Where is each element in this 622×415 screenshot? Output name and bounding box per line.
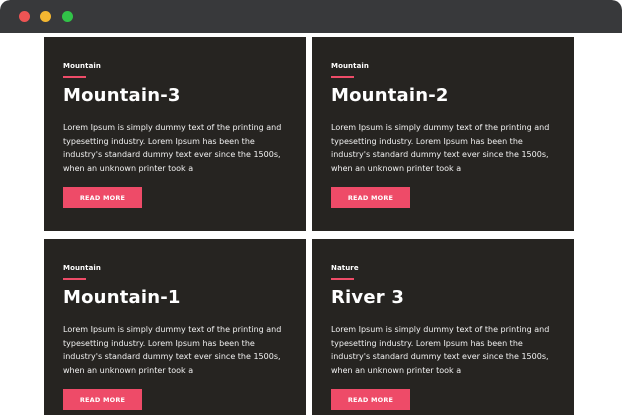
blog-card: Nature River 3 Lorem Ipsum is simply dum… <box>312 239 574 415</box>
card-category[interactable]: Nature <box>331 264 359 272</box>
read-more-button[interactable]: READ MORE <box>331 389 410 410</box>
maximize-window-icon[interactable] <box>62 11 73 22</box>
close-window-icon[interactable] <box>19 11 30 22</box>
card-title[interactable]: River 3 <box>331 287 404 308</box>
window-titlebar <box>0 0 622 33</box>
read-more-button[interactable]: READ MORE <box>331 187 410 208</box>
card-description: Lorem Ipsum is simply dummy text of the … <box>331 123 550 173</box>
card-title[interactable]: Mountain-3 <box>63 85 181 106</box>
card-title[interactable]: Mountain-2 <box>331 85 449 106</box>
category-underline <box>63 76 86 78</box>
card-category[interactable]: Mountain <box>331 62 369 70</box>
card-category[interactable]: Mountain <box>63 62 101 70</box>
card-category[interactable]: Mountain <box>63 264 101 272</box>
card-title[interactable]: Mountain-1 <box>63 287 181 308</box>
category-underline <box>331 278 354 280</box>
read-more-button[interactable]: READ MORE <box>63 187 142 208</box>
minimize-window-icon[interactable] <box>40 11 51 22</box>
card-description: Lorem Ipsum is simply dummy text of the … <box>331 325 550 375</box>
read-more-button[interactable]: READ MORE <box>63 389 142 410</box>
category-underline <box>63 278 86 280</box>
blog-card: Mountain Mountain-1 Lorem Ipsum is simpl… <box>44 239 306 415</box>
card-description: Lorem Ipsum is simply dummy text of the … <box>63 325 282 375</box>
browser-window: Mountain Mountain-3 Lorem Ipsum is simpl… <box>0 0 622 415</box>
blog-card: Mountain Mountain-2 Lorem Ipsum is simpl… <box>312 37 574 231</box>
blog-card: Mountain Mountain-3 Lorem Ipsum is simpl… <box>44 37 306 231</box>
card-description: Lorem Ipsum is simply dummy text of the … <box>63 123 282 173</box>
category-underline <box>331 76 354 78</box>
